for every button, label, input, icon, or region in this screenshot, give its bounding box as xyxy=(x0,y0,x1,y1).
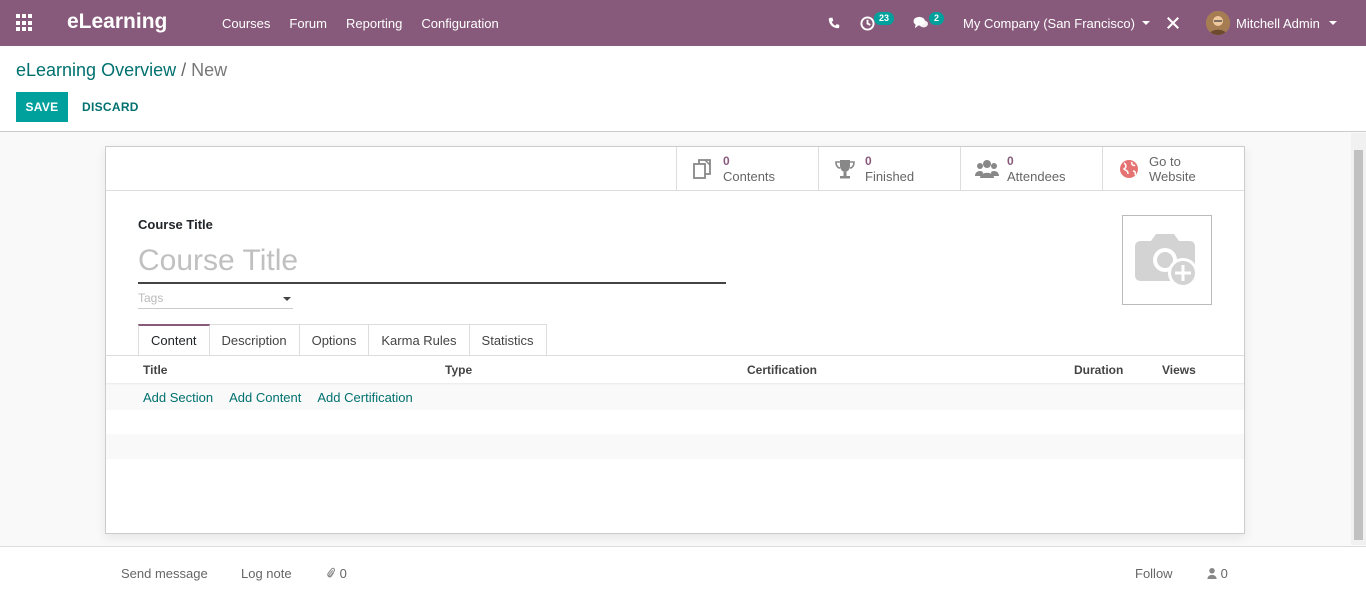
apps-menu-icon[interactable] xyxy=(16,14,34,32)
course-title-input[interactable] xyxy=(138,240,726,284)
top-navbar: eLearning Courses Forum Reporting Config… xyxy=(0,0,1366,46)
control-panel: eLearning Overview / New SAVE DISCARD xyxy=(0,46,1366,132)
tags-field[interactable]: Tags xyxy=(138,291,293,309)
paperclip-icon xyxy=(327,567,335,578)
tab-options[interactable]: Options xyxy=(299,324,370,356)
attachment-count: 0 xyxy=(339,566,347,581)
menu-item-reporting[interactable]: Reporting xyxy=(346,16,402,31)
messages-icon[interactable]: 2 xyxy=(913,0,945,46)
globe-icon xyxy=(1117,157,1141,181)
column-header-certification[interactable]: Certification xyxy=(747,363,817,377)
log-note-button[interactable]: Log note xyxy=(241,566,292,581)
menu-item-courses[interactable]: Courses xyxy=(222,16,270,31)
company-switcher[interactable]: My Company (San Francisco) xyxy=(963,0,1150,46)
activity-count-badge: 23 xyxy=(874,12,895,25)
followers-button[interactable]: 0 xyxy=(1207,566,1228,581)
camera-add-icon xyxy=(1135,234,1198,288)
tab-description[interactable]: Description xyxy=(209,324,300,356)
user-name: Mitchell Admin xyxy=(1236,15,1320,31)
chevron-down-icon xyxy=(1328,21,1337,25)
go-to-website-button[interactable]: Go to Website xyxy=(1102,147,1244,191)
phone-icon[interactable] xyxy=(828,0,840,46)
scrollbar-thumb[interactable] xyxy=(1354,150,1363,540)
chevron-down-icon xyxy=(283,297,291,301)
tags-placeholder: Tags xyxy=(138,291,164,305)
menu-item-configuration[interactable]: Configuration xyxy=(421,16,498,31)
website-line-1: Go to xyxy=(1149,154,1181,169)
user-icon xyxy=(1207,568,1217,579)
website-line-2: Website xyxy=(1149,169,1196,184)
contents-stat-button[interactable]: 0 Contents xyxy=(676,147,818,191)
table-row: Add Section Add Content Add Certificatio… xyxy=(106,385,1244,410)
scrollbar[interactable] xyxy=(1351,133,1366,545)
debug-tools-icon[interactable] xyxy=(1166,0,1180,46)
followers-count: 0 xyxy=(1220,566,1228,581)
breadcrumb: eLearning Overview / New xyxy=(16,60,227,81)
trophy-icon xyxy=(833,157,857,181)
send-message-button[interactable]: Send message xyxy=(121,566,208,581)
activity-icon[interactable]: 23 xyxy=(860,0,895,46)
finished-count: 0 xyxy=(865,154,872,168)
save-button[interactable]: SAVE xyxy=(16,92,68,122)
user-menu[interactable]: Mitchell Admin xyxy=(1206,0,1337,46)
company-name: My Company (San Francisco) xyxy=(963,15,1135,31)
course-image-upload[interactable] xyxy=(1122,215,1212,305)
tab-statistics[interactable]: Statistics xyxy=(469,324,547,356)
chatter-bar: Send message Log note 0 Follow 0 xyxy=(0,546,1366,615)
contents-label: Contents xyxy=(723,169,776,184)
form-sheet: 0 Contents 0 Finished 0 Attendees Go to Webs… xyxy=(105,146,1245,534)
add-section-link[interactable]: Add Section xyxy=(143,390,213,405)
finished-label: Finished xyxy=(865,169,915,184)
follow-button[interactable]: Follow xyxy=(1135,566,1173,581)
add-certification-link[interactable]: Add Certification xyxy=(317,390,412,405)
column-header-duration[interactable]: Duration xyxy=(1074,363,1123,377)
menu-item-forum[interactable]: Forum xyxy=(289,16,327,31)
files-icon xyxy=(691,157,715,181)
users-icon xyxy=(975,157,999,181)
main-menu: Courses Forum Reporting Configuration xyxy=(222,16,499,31)
column-header-type[interactable]: Type xyxy=(445,363,472,377)
add-content-link[interactable]: Add Content xyxy=(229,390,301,405)
chevron-down-icon xyxy=(1141,21,1150,25)
finished-stat-button[interactable]: 0 Finished xyxy=(818,147,960,191)
attendees-count: 0 xyxy=(1007,154,1014,168)
breadcrumb-current: New xyxy=(191,60,228,80)
table-row xyxy=(106,410,1244,435)
attendees-stat-button[interactable]: 0 Attendees xyxy=(960,147,1102,191)
content-table-header: Title Type Certification Duration Views xyxy=(106,356,1244,384)
user-avatar xyxy=(1206,11,1230,35)
app-brand[interactable]: eLearning xyxy=(67,10,167,34)
systray: 23 2 My Company (San Francisco) Mitchell… xyxy=(826,0,1366,46)
breadcrumb-parent[interactable]: eLearning Overview xyxy=(16,60,176,80)
breadcrumb-separator: / xyxy=(181,60,187,80)
tab-content[interactable]: Content xyxy=(138,324,210,356)
column-header-views[interactable]: Views xyxy=(1162,363,1196,377)
message-count-badge: 2 xyxy=(929,12,945,25)
attendees-label: Attendees xyxy=(1007,169,1066,184)
attachments-button[interactable]: 0 xyxy=(326,566,347,581)
notebook-tabs: Content Description Options Karma Rules … xyxy=(138,324,547,356)
tab-karma-rules[interactable]: Karma Rules xyxy=(369,324,470,356)
column-header-title[interactable]: Title xyxy=(143,363,167,377)
course-title-label: Course Title xyxy=(138,217,213,232)
discard-button[interactable]: DISCARD xyxy=(76,92,145,122)
contents-count: 0 xyxy=(723,154,730,168)
smart-button-box: 0 Contents 0 Finished 0 Attendees Go to Webs… xyxy=(106,147,1244,191)
add-line-links: Add Section Add Content Add Certificatio… xyxy=(143,390,413,405)
table-row xyxy=(106,434,1244,459)
